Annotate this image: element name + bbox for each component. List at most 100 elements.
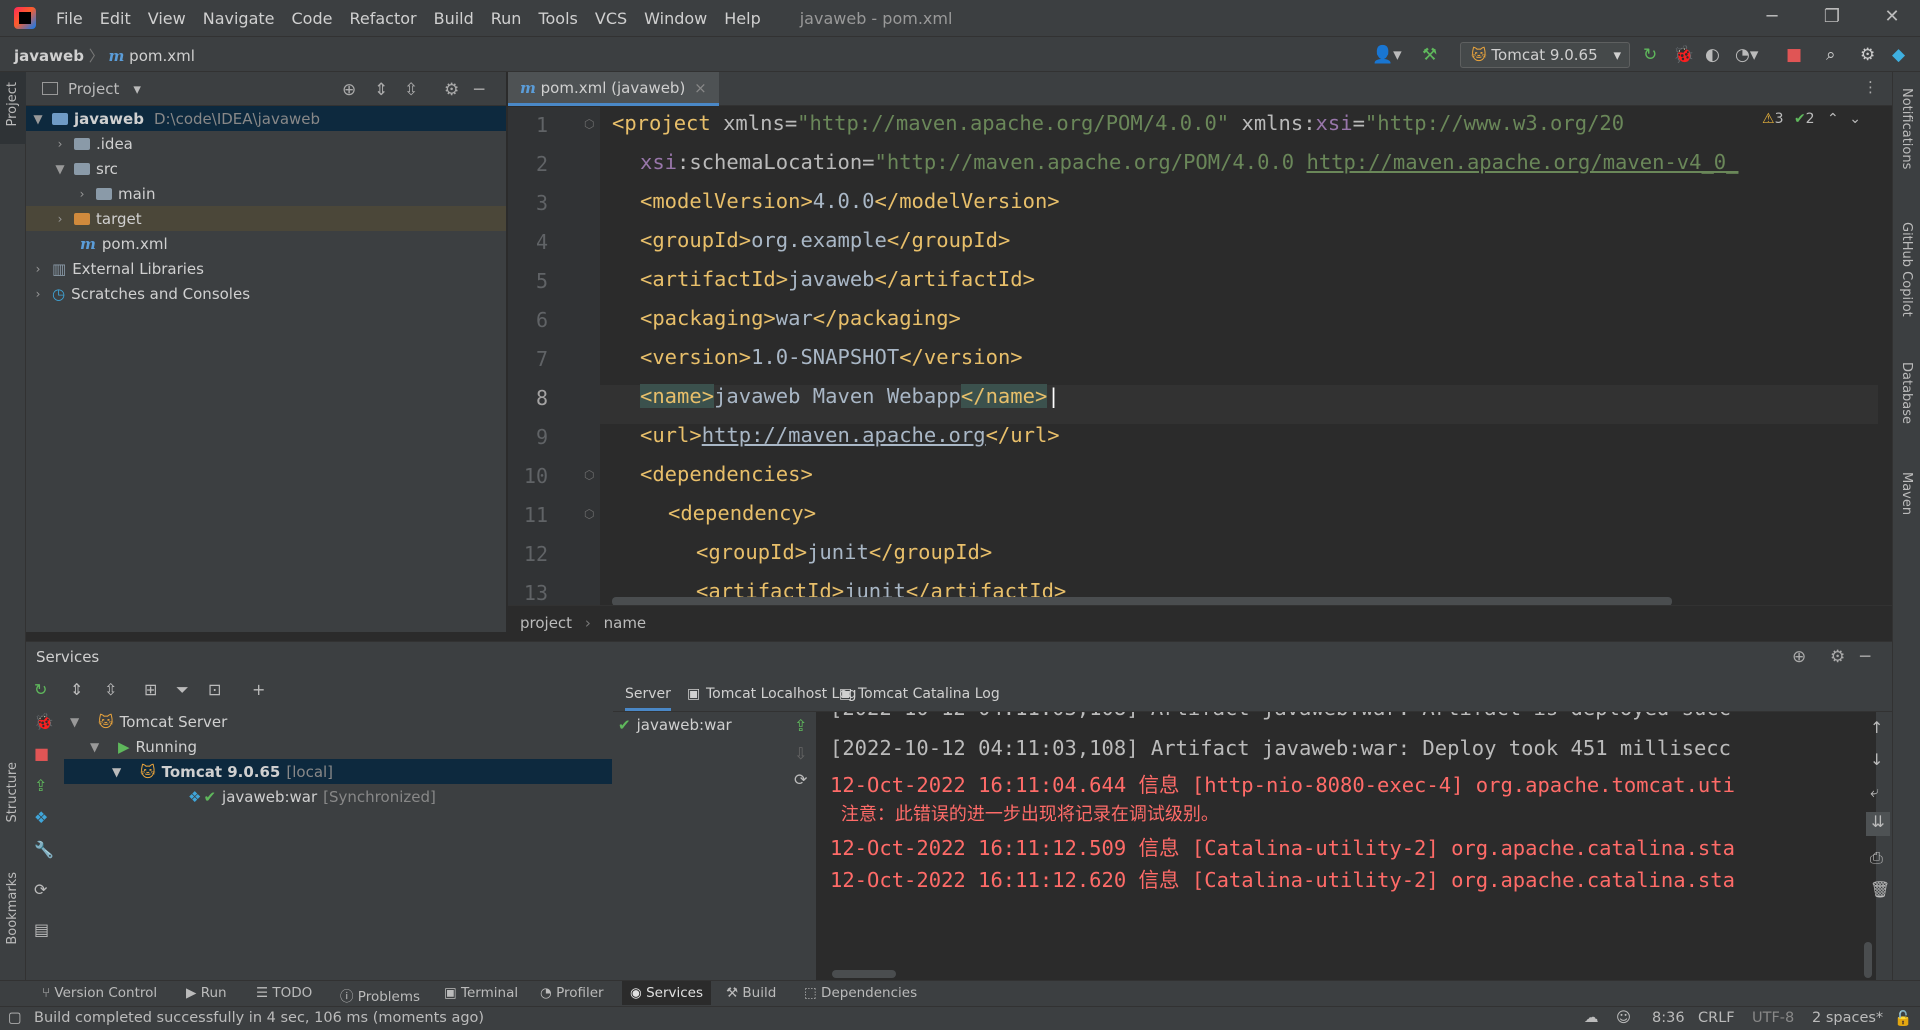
artifact-icon[interactable]: ❖ [34,808,48,827]
chevron-right-icon[interactable]: › [52,137,68,151]
breadcrumb-project[interactable]: javaweb [14,47,84,65]
tab-server[interactable]: Server [625,686,671,711]
bookmarks-tool-tab[interactable]: Bookmarks [5,872,20,945]
menu-code[interactable]: Code [292,9,333,28]
menu-edit[interactable]: Edit [100,9,131,28]
scroll-to-end-icon[interactable]: ⇊ [1866,812,1890,836]
chevron-right-icon[interactable]: › [30,262,46,276]
indent-setting[interactable]: 2 spaces* [1812,1010,1883,1026]
menu-window[interactable]: Window [644,9,707,28]
tool-tab-problems[interactable]: ⓘ Problems [340,985,420,1005]
deploy-all-icon[interactable]: ⇪ [794,716,807,735]
services-status-icon[interactable]: ☁ [1584,1010,1599,1026]
layout-icon[interactable]: ▤ [34,920,49,939]
console-vscrollbar[interactable] [1864,942,1872,978]
stop-icon[interactable]: ■ [34,744,49,763]
debug-icon[interactable]: 🐞 [34,712,54,731]
copilot-tool-tab[interactable]: GitHub Copilot [1899,222,1914,317]
rerun-icon[interactable]: ↻ [34,680,47,699]
caret-position[interactable]: 8:36 [1652,1010,1685,1026]
build-hammer-icon[interactable]: ⚒ [1422,45,1437,65]
project-view-title[interactable]: Project [68,80,119,98]
console-hscrollbar[interactable] [832,970,896,978]
status-message[interactable]: Build completed successfully in 4 sec, 1… [34,1010,484,1026]
expand-all-icon[interactable]: ⇕ [374,80,388,100]
hide-panel-icon[interactable]: ─ [1860,647,1870,667]
profile-icon[interactable]: ◔▾ [1735,45,1758,65]
tool-tab-build[interactable]: ⚒ Build [726,985,776,1001]
fold-icon[interactable]: ⬡ [584,507,594,521]
chevron-right-icon[interactable]: › [52,212,68,226]
scroll-down-icon[interactable]: ↓ [1870,750,1883,769]
tab-tomcat-localhost-log[interactable]: Tomcat Localhost Log [706,686,857,702]
menu-vcs[interactable]: VCS [595,9,627,28]
restore-icon[interactable]: ❐ [1812,6,1852,27]
tree-item-main[interactable]: › main [26,181,506,206]
service-tomcat-server[interactable]: ▼ 🐱 Tomcat Server [70,709,227,734]
menu-help[interactable]: Help [724,9,760,28]
collapse-all-icon[interactable]: ⇳ [404,80,418,100]
print-icon[interactable]: ⎙ [1870,848,1883,868]
menu-view[interactable]: View [148,9,186,28]
locate-icon[interactable]: ⊕ [342,80,356,100]
tool-tab-dependencies[interactable]: ⬚ Dependencies [804,985,917,1001]
soft-wrap-icon[interactable]: ⤶ [1870,782,1879,802]
tree-item-src[interactable]: ▼ src [26,156,506,181]
tool-tab-run[interactable]: ▶ Run [186,985,227,1001]
tree-item-javaweb[interactable]: ▼ javaweb D:\code\IDEA\javaweb [26,106,506,131]
expand-all-icon[interactable]: ⇕ [70,680,83,699]
menu-build[interactable]: Build [434,9,474,28]
chevron-down-icon[interactable]: ▼ [90,740,106,754]
tool-tab-version-control[interactable]: ⑂ Version Control [42,985,157,1001]
tool-tab-terminal[interactable]: ▣ Terminal [444,985,518,1001]
coverage-icon[interactable]: ◐ [1705,45,1720,65]
stop-icon[interactable]: ■ [1786,45,1802,65]
chevron-down-icon[interactable]: ▼ [52,162,68,176]
structure-tool-tab[interactable]: Structure [5,762,20,822]
tree-item-pom[interactable]: m pom.xml [26,231,506,256]
copilot-status-icon[interactable]: ☺ [1616,1010,1631,1026]
breadcrumb-file[interactable]: pom.xml [129,47,195,65]
more-options-icon[interactable]: ⋮ [1863,78,1878,96]
refresh-icon[interactable]: ⟳ [794,770,807,789]
add-service-icon[interactable]: + [252,680,265,699]
close-tab-icon[interactable]: × [694,79,707,97]
settings-gear-icon[interactable]: ⚙ [1860,45,1875,65]
group-by-icon[interactable]: ⊞ [144,680,157,699]
service-artifact[interactable]: ❖ ✔ javaweb:war [Synchronized] [188,784,436,809]
chevron-right-icon[interactable]: › [30,287,46,301]
notifications-tool-tab[interactable]: Notifications [1899,88,1914,169]
search-icon[interactable]: ⌕ [1826,45,1836,65]
new-tab-icon[interactable]: ⊡ [208,680,221,699]
rerun-icon[interactable]: ↻ [1643,45,1657,65]
fold-icon[interactable]: ⬡ [584,468,594,482]
menu-refactor[interactable]: Refactor [349,9,416,28]
collapse-all-icon[interactable]: ⇳ [104,680,117,699]
line-separator[interactable]: CRLF [1698,1010,1735,1026]
wrench-icon[interactable]: 🔧 [34,840,54,859]
editor-tab-pom[interactable]: m pom.xml (javaweb) × [508,72,719,106]
chevron-down-icon[interactable]: ▼ [30,112,46,126]
deployment-item[interactable]: ✔ javaweb:war [618,712,732,737]
project-tool-tab[interactable]: Project [5,82,20,126]
tool-tab-todo[interactable]: ☰ TODO [256,985,312,1001]
tree-item-scratches[interactable]: › ◷ Scratches and Consoles [26,281,506,306]
deploy-icon[interactable]: ⇪ [34,776,47,795]
jetbrains-toolbox-icon[interactable]: ◆ [1892,45,1905,65]
code-editor[interactable]: <project xmlns="http://maven.apache.org/… [600,107,1878,605]
menu-navigate[interactable]: Navigate [203,9,275,28]
lock-icon[interactable]: 🔓 [1894,1010,1912,1027]
chevron-down-icon[interactable]: ▾ [133,80,141,98]
database-tool-tab[interactable]: Database [1899,362,1914,424]
hide-panel-icon[interactable]: ─ [474,80,484,100]
menu-tools[interactable]: Tools [538,9,577,28]
clear-icon[interactable]: 🗑 [1870,880,1890,899]
breadcrumb-item[interactable]: name [604,614,647,632]
run-config-selector[interactable]: 🐱 Tomcat 9.0.65 ▾ [1460,42,1630,68]
tree-item-target[interactable]: › target [26,206,506,231]
undeploy-icon[interactable]: ⇩ [794,744,807,763]
chevron-up-icon[interactable]: ⌃ [1827,111,1839,127]
menu-file[interactable]: File [56,9,83,28]
refresh-icon[interactable]: ⟳ [34,880,47,899]
tree-item-idea[interactable]: › .idea [26,131,506,156]
